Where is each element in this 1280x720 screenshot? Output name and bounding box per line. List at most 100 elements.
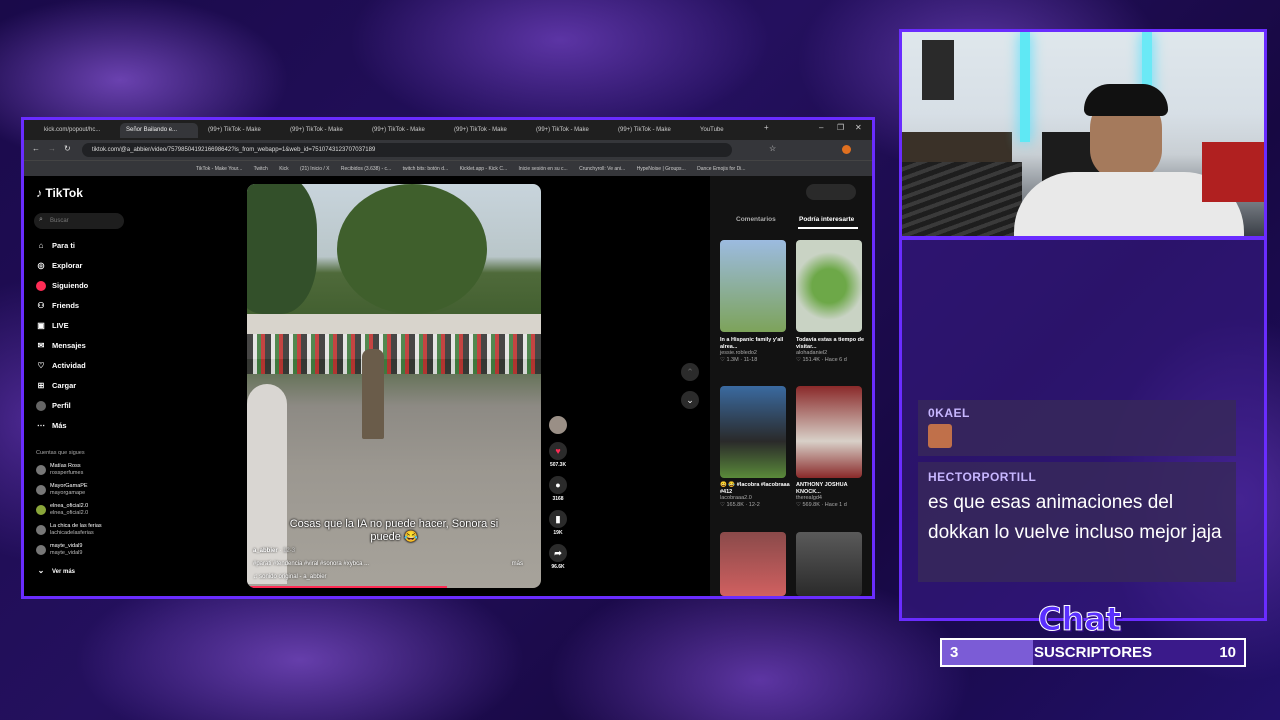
- maximize-icon[interactable]: ❐: [837, 123, 844, 132]
- webcam-bed: [902, 162, 1022, 236]
- nav-mensajes[interactable]: ✉ Mensajes: [36, 340, 86, 352]
- video-hashtags[interactable]: #parati #tendencia #viral #sonora #xybca…: [253, 561, 523, 567]
- see-more-link[interactable]: ⌄ Ver más: [36, 566, 75, 578]
- bookmark-item[interactable]: Dance Emojis for Di...: [697, 161, 745, 177]
- chat-username: 0KAEL: [928, 406, 970, 420]
- video-thumbnail[interactable]: [720, 240, 786, 332]
- avatar: [36, 485, 46, 495]
- nav-para-ti[interactable]: ⌂ Para ti: [36, 240, 75, 252]
- chat-message: HECTORPORTILL es que esas animaciones de…: [918, 462, 1236, 582]
- more-icon: ⋯: [37, 421, 45, 431]
- live-icon: ▣: [37, 321, 45, 331]
- chevron-up-icon: ⌃: [686, 367, 694, 377]
- bookmark-item[interactable]: Kick: [279, 161, 288, 177]
- reload-icon[interactable]: ↻: [64, 144, 71, 153]
- video-author[interactable]: a_abbier · 12-3: [253, 548, 295, 554]
- nav-siguiendo[interactable]: Siguiendo: [36, 280, 88, 292]
- webcam-feed: [899, 29, 1267, 239]
- video-card-info[interactable]: ANTHONY JOSHUA KNOCK... therealgd4 ♡ 569.8…: [796, 482, 866, 508]
- activity-icon: ♡: [37, 361, 45, 371]
- avatar: [36, 525, 46, 535]
- compass-icon: ◎: [37, 261, 45, 271]
- browser-tab[interactable]: (99+) TikTok - Make: [284, 123, 362, 138]
- save-button[interactable]: ▮ 19K: [549, 510, 567, 536]
- previous-video-button[interactable]: ⌃: [681, 363, 699, 381]
- avatar: [36, 505, 46, 515]
- nav-perfil[interactable]: Perfil: [36, 400, 71, 412]
- bookmark-item[interactable]: Kicklet.app - Kick C...: [460, 161, 508, 177]
- bookmark-item[interactable]: HypeNoise | Groups...: [637, 161, 686, 177]
- share-button[interactable]: ➦ 96.6K: [549, 544, 567, 570]
- bookmark-item[interactable]: TikTok - Make Your...: [196, 161, 242, 177]
- chat-message: 0KAEL: [918, 400, 1236, 456]
- video-card-info[interactable]: Todavía estas a tiempo de visitar... aloh…: [796, 337, 866, 363]
- nav-live[interactable]: ▣ LIVE: [36, 320, 68, 332]
- bookmark-item[interactable]: twitch bits: botón d...: [403, 161, 449, 177]
- bookmark-item[interactable]: Recibidos (3.638) - c...: [341, 161, 391, 177]
- comment-button[interactable]: ● 3168: [549, 476, 567, 502]
- browser-tab[interactable]: kick.com/popout/hc...: [38, 123, 116, 138]
- upload-icon: ⊞: [37, 381, 45, 391]
- panel-controls[interactable]: [806, 184, 856, 200]
- close-icon[interactable]: ✕: [855, 123, 862, 132]
- avatar: [36, 545, 46, 555]
- like-button[interactable]: ♥ 507.3K: [549, 442, 567, 468]
- bookmark-item[interactable]: Twitch: [254, 161, 268, 177]
- tab-podria-interesarte[interactable]: Podría interesarte: [799, 216, 854, 223]
- browser-tab-active[interactable]: Señor Bailando e...: [120, 123, 198, 138]
- browser-tab[interactable]: (99+) TikTok - Make: [202, 123, 280, 138]
- video-progress-bar[interactable]: [247, 586, 447, 588]
- forward-icon[interactable]: →: [48, 144, 56, 153]
- chat-title: Chat: [1037, 600, 1122, 639]
- creator-avatar-button[interactable]: [549, 416, 567, 436]
- nav-actividad[interactable]: ♡ Actividad: [36, 360, 85, 372]
- subscriber-goal: 10: [1219, 644, 1236, 661]
- bookmark-item[interactable]: (21) Inicio / X: [300, 161, 329, 177]
- browser-tab[interactable]: (99+) TikTok - Make: [448, 123, 526, 138]
- side-panel: Comentarios Podría interesarte In a Hisp…: [710, 176, 872, 596]
- avatar[interactable]: [842, 145, 851, 154]
- video-caption: Cosas que la IA no puede hacer, Sonora s…: [289, 518, 499, 543]
- video-sound[interactable]: ♫ sonido original - a_abbier: [253, 574, 327, 580]
- search-input[interactable]: Buscar: [34, 213, 124, 229]
- video-thumbnail[interactable]: [796, 240, 862, 332]
- next-video-button[interactable]: ⌄: [681, 391, 699, 409]
- bookmark-item[interactable]: Crunchyroll: Ve ani...: [579, 161, 625, 177]
- chat-username: HECTORPORTILL: [928, 470, 1037, 484]
- chevron-down-icon: ⌄: [37, 566, 45, 576]
- bookmark-item[interactable]: Inicie sesión en su c...: [518, 161, 567, 177]
- star-icon[interactable]: ☆: [769, 144, 776, 153]
- video-card-info[interactable]: In a Hispanic family y'all alrea... jessi…: [720, 337, 790, 363]
- video-thumbnail[interactable]: [720, 386, 786, 478]
- browser-window: kick.com/popout/hc... Señor Bailando e..…: [21, 117, 875, 599]
- video-frame-dancer: [362, 349, 384, 439]
- url-field[interactable]: tiktok.com/@a_abbier/video/7579850419216…: [82, 143, 732, 157]
- minimize-icon[interactable]: –: [819, 123, 823, 132]
- nav-explorar[interactable]: ◎ Explorar: [36, 260, 83, 272]
- following-icon: [36, 281, 46, 292]
- tab-comentarios[interactable]: Comentarios: [736, 216, 776, 223]
- subscriber-goal-bar: 3 SUSCRIPTORES 10: [940, 638, 1246, 667]
- tiktok-logo[interactable]: ♪ TikTok: [36, 186, 83, 200]
- tiktok-logo-icon: ♪: [36, 186, 42, 200]
- home-icon: ⌂: [38, 241, 44, 251]
- bookmark-icon: ▮: [549, 510, 567, 528]
- friends-icon: ⚇: [37, 301, 45, 311]
- browser-tab[interactable]: YouTube: [694, 123, 772, 138]
- heart-icon: ♥: [549, 442, 567, 460]
- back-icon[interactable]: ←: [32, 144, 40, 153]
- comment-icon: ●: [549, 476, 567, 494]
- video-thumbnail[interactable]: [796, 386, 862, 478]
- new-tab-icon[interactable]: +: [764, 123, 769, 132]
- video-thumbnail[interactable]: [796, 532, 862, 596]
- nav-friends[interactable]: ⚇ Friends: [36, 300, 79, 312]
- browser-tab[interactable]: (99+) TikTok - Make: [366, 123, 444, 138]
- video-thumbnail[interactable]: [720, 532, 786, 596]
- bookmarks-bar: TikTok - Make Your... Twitch Kick (21) I…: [24, 160, 872, 177]
- nav-cargar[interactable]: ⊞ Cargar: [36, 380, 77, 392]
- video-card-info[interactable]: 😀 😂 #lacobra #lacobraaa #412 lacobraaa2.0…: [720, 482, 790, 508]
- browser-tab[interactable]: (99+) TikTok - Make: [612, 123, 690, 138]
- video-player[interactable]: Cosas que la IA no puede hacer, Sonora s…: [247, 184, 541, 588]
- nav-mas[interactable]: ⋯ Más: [36, 420, 67, 432]
- browser-tab[interactable]: (99+) TikTok - Make: [530, 123, 608, 138]
